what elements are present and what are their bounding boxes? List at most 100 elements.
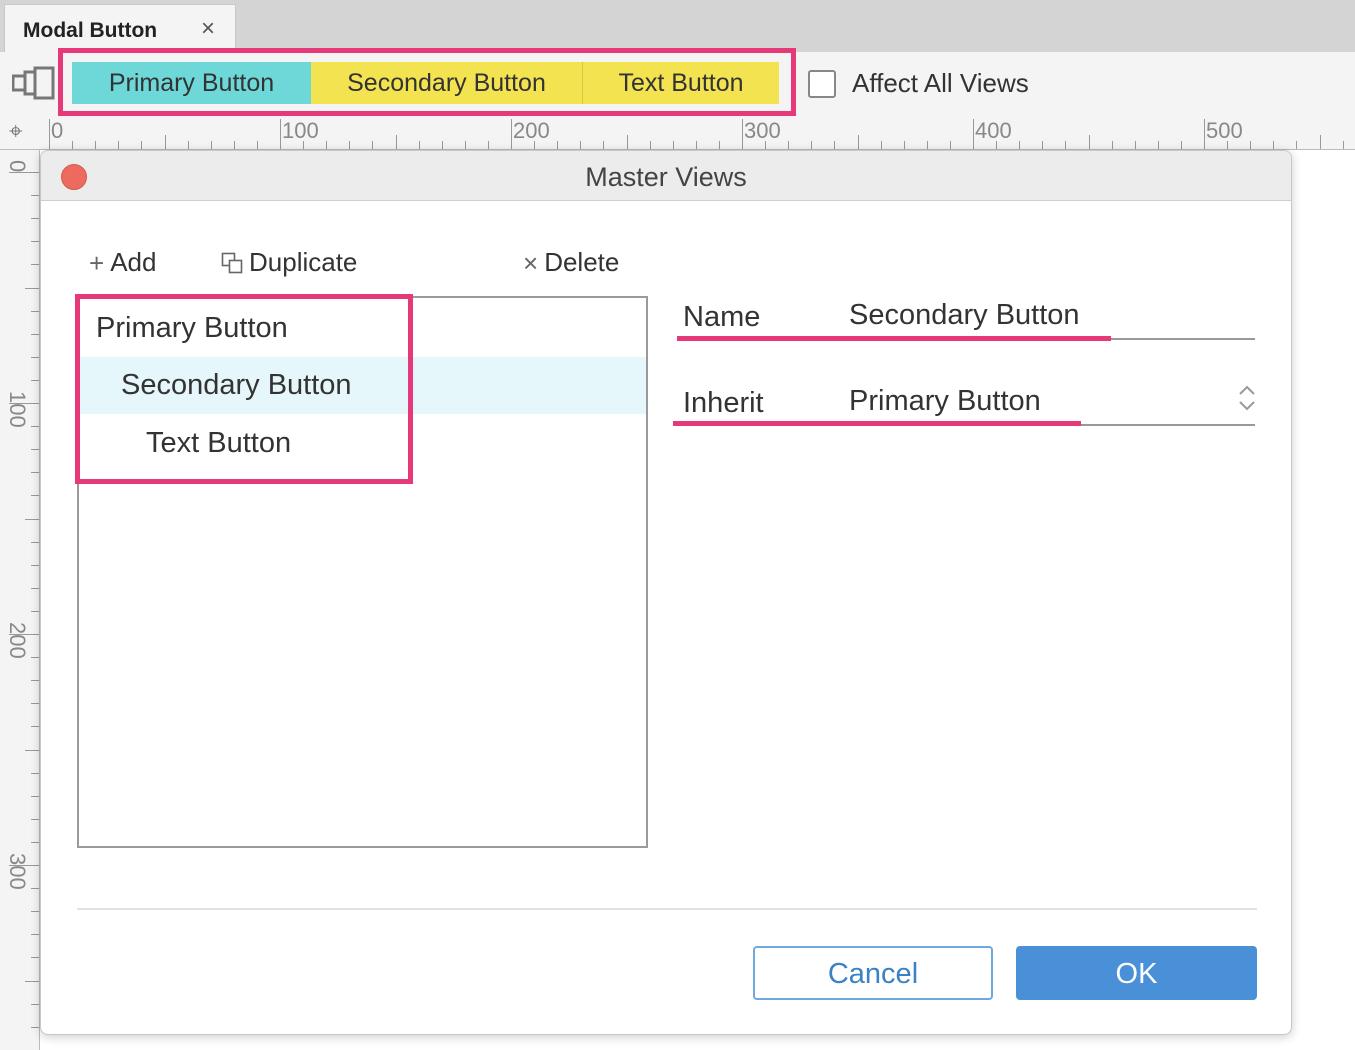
ruler-tick xyxy=(9,865,39,866)
ruler-tick xyxy=(256,141,258,149)
ruler-tick xyxy=(31,657,39,659)
ruler-tick xyxy=(1088,135,1090,149)
toolbar-highlight-annotation xyxy=(58,48,796,116)
ruler-tick xyxy=(25,980,39,982)
ruler-tick xyxy=(626,135,628,149)
x-icon: × xyxy=(523,247,539,278)
inherit-highlight-annotation xyxy=(673,421,1081,426)
ruler-tick xyxy=(118,141,120,149)
ruler-tick xyxy=(31,241,39,243)
ruler-tick xyxy=(834,141,836,149)
ruler-tick xyxy=(487,141,489,149)
add-button[interactable]: + Add xyxy=(89,247,156,278)
ruler-tick xyxy=(31,818,39,820)
ruler-tick xyxy=(31,680,39,682)
ruler-tick xyxy=(695,141,697,149)
ruler-tick xyxy=(511,119,512,149)
ruler-tick xyxy=(31,264,39,266)
ruler-tick xyxy=(31,1026,39,1028)
ruler-tick xyxy=(31,841,39,843)
ruler-tick xyxy=(31,772,39,774)
ruler-tick xyxy=(31,957,39,959)
ruler-left: 0 100 200 300 xyxy=(0,150,40,1050)
ruler-tick xyxy=(1227,141,1229,149)
ruler-label: 0 xyxy=(5,160,30,173)
ruler-tick xyxy=(464,141,466,149)
ruler-tick xyxy=(95,141,97,149)
ruler-tick xyxy=(926,141,928,149)
ruler-tick xyxy=(718,141,720,149)
ruler-tick xyxy=(811,141,813,149)
ruler-tick xyxy=(603,141,605,149)
name-field[interactable]: Secondary Button xyxy=(849,299,1080,332)
ruler-tick xyxy=(31,888,39,890)
ruler-label: 500 xyxy=(1206,118,1243,143)
ruler-label: 200 xyxy=(513,118,550,143)
ruler-tick xyxy=(1019,141,1021,149)
ruler-tick xyxy=(1065,141,1067,149)
ruler-tick xyxy=(280,119,281,149)
ruler-tick xyxy=(372,141,374,149)
ruler-tick xyxy=(1296,141,1298,149)
add-label: Add xyxy=(110,247,157,277)
ruler-tick xyxy=(1273,141,1275,149)
affect-all-views-checkbox[interactable] xyxy=(808,69,836,98)
master-views-icon[interactable] xyxy=(12,66,56,100)
ruler-tick xyxy=(903,141,905,149)
ruler-label: 300 xyxy=(744,118,781,143)
ruler-tick xyxy=(31,911,39,913)
ruler-tick xyxy=(210,141,212,149)
ruler-tick xyxy=(996,141,998,149)
ruler-tick xyxy=(31,1003,39,1005)
ruler-tick xyxy=(1111,141,1113,149)
dialog-title: Master Views xyxy=(585,162,747,192)
ruler-tick xyxy=(1250,141,1252,149)
plus-icon: + xyxy=(89,247,105,278)
chevron-up-down-icon[interactable] xyxy=(1237,383,1257,413)
ruler-tick xyxy=(880,141,882,149)
ruler-tick xyxy=(395,135,397,149)
ruler-tick xyxy=(557,141,559,149)
delete-button[interactable]: × Delete xyxy=(523,247,619,278)
affect-all-views-label: Affect All Views xyxy=(852,68,1029,98)
ruler-tick xyxy=(31,495,39,497)
ruler-tick xyxy=(141,141,143,149)
tab-strip: Modal Button × xyxy=(0,0,1355,52)
ruler-top: 0 100 200 300 400 500 xyxy=(40,116,1355,150)
ruler-tick xyxy=(649,141,651,149)
close-icon[interactable]: × xyxy=(201,17,215,41)
ruler-label: 100 xyxy=(5,391,30,428)
name-highlight-annotation xyxy=(677,336,1111,341)
ruler-label: 300 xyxy=(5,853,30,890)
duplicate-icon xyxy=(221,252,243,273)
crosshair-icon[interactable]: ⌖ xyxy=(9,120,23,144)
affect-all-views[interactable]: Affect All Views xyxy=(808,68,1029,99)
cancel-button[interactable]: Cancel xyxy=(753,946,993,1000)
ruler-tick xyxy=(742,119,743,149)
ruler-tick xyxy=(949,141,951,149)
ruler-tick xyxy=(31,310,39,312)
list-highlight-annotation xyxy=(75,294,413,484)
inherit-select[interactable]: Primary Button xyxy=(849,385,1041,418)
ruler-tick xyxy=(580,141,582,149)
ruler-tick xyxy=(31,333,39,335)
ruler-tick xyxy=(25,287,39,289)
ruler-tick xyxy=(1180,141,1182,149)
ruler-tick xyxy=(326,141,328,149)
duplicate-button[interactable]: Duplicate xyxy=(221,247,357,278)
inherit-label: Inherit xyxy=(683,387,764,419)
ruler-tick xyxy=(31,610,39,612)
ruler-tick xyxy=(31,218,39,220)
dialog-titlebar: Master Views xyxy=(41,151,1291,201)
ruler-tick xyxy=(31,587,39,589)
ruler-tick xyxy=(31,795,39,797)
ruler-label: 0 xyxy=(51,118,64,143)
ruler-tick xyxy=(1319,135,1321,149)
ok-button[interactable]: OK xyxy=(1016,946,1257,1000)
ruler-label: 400 xyxy=(975,118,1012,143)
ruler-tick xyxy=(31,449,39,451)
tab-modal-button[interactable]: Modal Button × xyxy=(4,4,236,52)
ruler-tick xyxy=(765,141,767,149)
ruler-tick xyxy=(534,141,536,149)
ruler-tick xyxy=(418,141,420,149)
